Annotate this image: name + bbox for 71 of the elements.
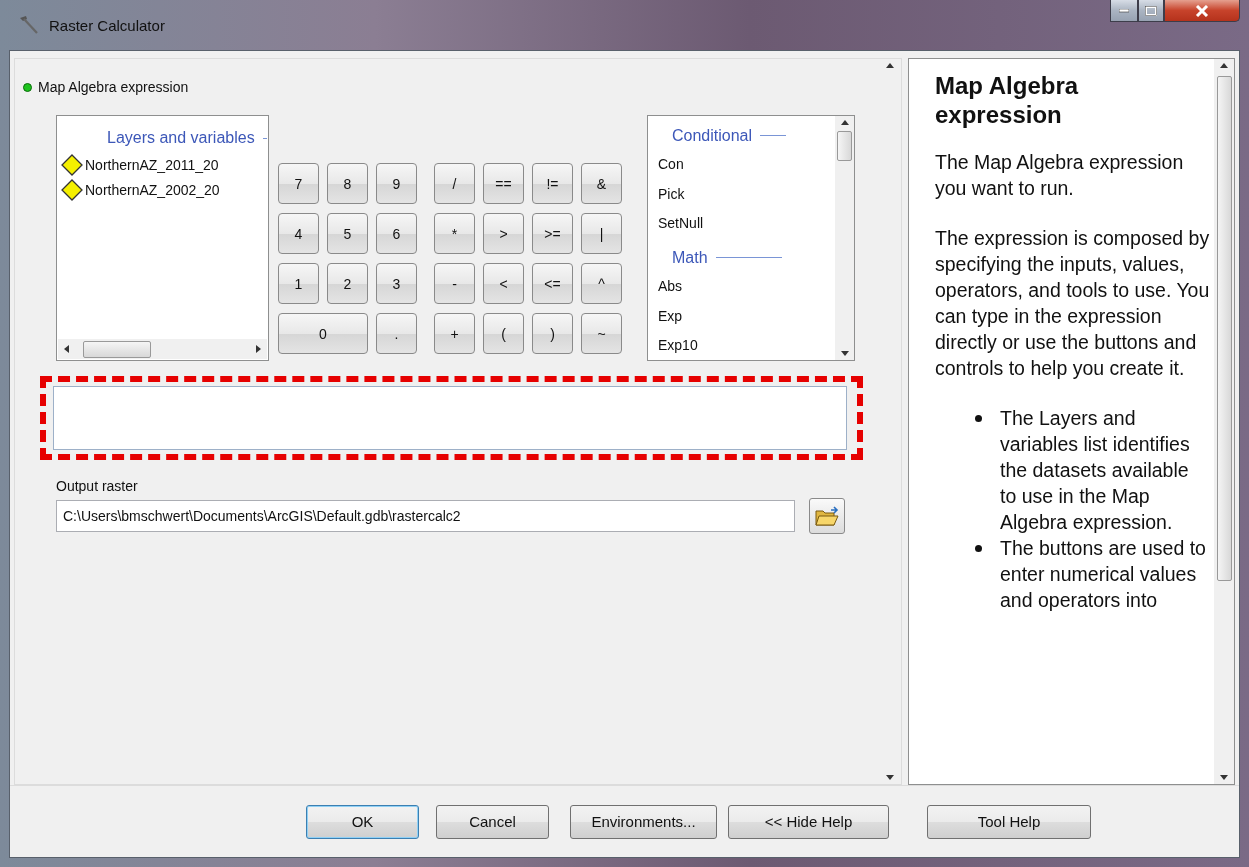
close-button[interactable]: [1164, 0, 1240, 22]
keypad-key[interactable]: >=: [532, 213, 573, 254]
keypad-key[interactable]: ~: [581, 313, 622, 354]
keypad-key[interactable]: 7: [278, 163, 319, 204]
keypad-key[interactable]: <=: [532, 263, 573, 304]
close-icon: [1195, 4, 1209, 17]
dialog-button[interactable]: << Hide Help: [728, 804, 889, 839]
keypad-key[interactable]: 3: [376, 263, 417, 304]
keypad-key[interactable]: 2: [327, 263, 368, 304]
keypad-key[interactable]: >: [483, 213, 524, 254]
minimize-icon: [1119, 8, 1129, 13]
output-field[interactable]: C:\Users\bmschwert\Documents\ArcGIS\Default.gdb\rastercalc2: [56, 500, 795, 532]
tool-item[interactable]: Con: [650, 149, 835, 179]
dialog-button[interactable]: Cancel: [436, 804, 549, 839]
keypad-key[interactable]: .: [376, 313, 417, 354]
layers-list[interactable]: Layers and variables NorthernAZ_2011_20 NorthernAZ_2002_20: [56, 115, 269, 361]
help-bullet-text: The Layers and variables list identifies the datasets available to use in the Map Algebra expression.: [1000, 406, 1191, 535]
dialog-button[interactable]: OK: [306, 804, 419, 839]
keypad-key[interactable]: |: [581, 213, 622, 254]
vertical-scrollbar[interactable]: [835, 116, 854, 360]
browse-button[interactable]: [809, 498, 845, 534]
output-label: Output raster: [56, 478, 139, 494]
keypad-key[interactable]: 5: [327, 213, 368, 254]
keypad-key[interactable]: 0: [278, 313, 368, 354]
help-title: Map Algebra expression: [935, 71, 1080, 129]
help-paragraph: The Map Algebra expression you want to run.: [935, 150, 1185, 201]
keypad-key[interactable]: +: [434, 313, 475, 354]
dialog-button[interactable]: Tool Help: [927, 804, 1091, 839]
keypad-key[interactable]: ==: [483, 163, 524, 204]
dialog-button[interactable]: Environments...: [570, 804, 717, 839]
vertical-scrollbar[interactable]: [1214, 59, 1234, 784]
raster-layer-icon: [61, 153, 83, 176]
keypad-key[interactable]: <: [483, 263, 524, 304]
layer-name[interactable]: NorthernAZ_2002_20: [85, 181, 220, 198]
tool-item[interactable]: Exp10: [650, 330, 835, 360]
minimize-button[interactable]: [1110, 0, 1138, 22]
bullet-icon: [975, 545, 982, 552]
maximize-icon: [1145, 5, 1157, 16]
maximize-button[interactable]: [1138, 0, 1164, 22]
keypad-key[interactable]: *: [434, 213, 475, 254]
tool-item[interactable]: Exp: [650, 301, 835, 331]
keypad-key[interactable]: 8: [327, 163, 368, 204]
keypad-key[interactable]: -: [434, 263, 475, 304]
raster-layer-icon: [61, 178, 83, 201]
folder-icon: [814, 505, 840, 527]
tools-list[interactable]: Conditional Con Pick SetNull Math Abs Exp Exp10: [647, 115, 855, 361]
tool-item[interactable]: Abs: [650, 271, 835, 301]
expression-label: Map Algebra expression: [38, 79, 189, 95]
help-bullet-text: The buttons are used to enter numerical values and operators into: [1000, 536, 1207, 613]
tool-item[interactable]: Pick: [650, 179, 835, 209]
keypad-key[interactable]: 1: [278, 263, 319, 304]
list-heading: Layers and variables: [107, 129, 255, 147]
list-heading: Math: [672, 248, 708, 267]
keypad-key[interactable]: /: [434, 163, 475, 204]
expression-field[interactable]: [53, 386, 847, 450]
horizontal-scrollbar[interactable]: [58, 339, 267, 359]
keypad-key[interactable]: &: [581, 163, 622, 204]
help-paragraph: The expression is composed by specifying the inputs, values, operators, and tools to use. You can type in the expression directly or use the buttons and controls to help you create it.: [935, 226, 1210, 381]
bullet-icon: [975, 415, 982, 422]
keypad-key[interactable]: 6: [376, 213, 417, 254]
keypad-key[interactable]: 4: [278, 213, 319, 254]
tool-item[interactable]: SetNull: [650, 208, 835, 238]
keypad-key[interactable]: ): [532, 313, 573, 354]
keypad-key[interactable]: !=: [532, 163, 573, 204]
list-heading: Conditional: [672, 126, 753, 145]
keypad-key[interactable]: 9: [376, 163, 417, 204]
keypad-key[interactable]: (: [483, 313, 524, 354]
layer-name[interactable]: NorthernAZ_2011_20: [85, 156, 219, 173]
keypad-key[interactable]: ^: [581, 263, 622, 304]
required-dot-icon: [23, 82, 32, 92]
window-title: Raster Calculator: [49, 16, 165, 34]
